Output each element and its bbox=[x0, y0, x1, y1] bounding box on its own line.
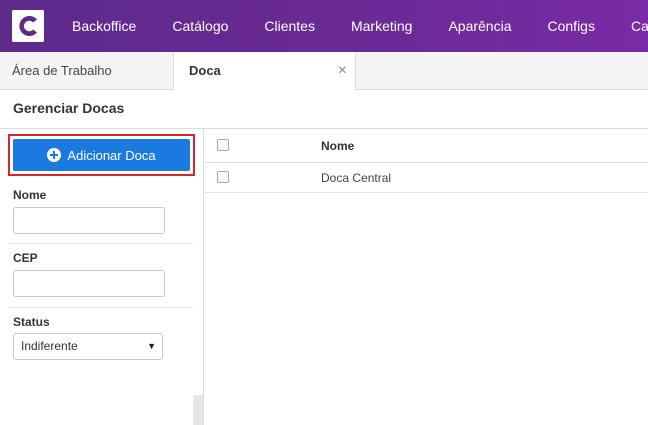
caret-down-icon: ▼ bbox=[147, 341, 156, 351]
status-filter-label: Status bbox=[13, 315, 50, 329]
nav-item-marketing[interactable]: Marketing bbox=[351, 18, 412, 34]
highlight-frame: Adicionar Doca bbox=[8, 134, 195, 176]
tabs-bar: Área de Trabalho Doca × bbox=[0, 52, 648, 91]
select-all-checkbox[interactable] bbox=[217, 139, 229, 151]
nav-item-clientes[interactable]: Clientes bbox=[264, 18, 315, 34]
nav-item-catalogo[interactable]: Catálogo bbox=[172, 18, 228, 34]
nav-item-configs[interactable]: Configs bbox=[548, 18, 595, 34]
top-navigation-bar: Backoffice Catálogo Clientes Marketing A… bbox=[0, 0, 648, 52]
nav-item-aparencia[interactable]: Aparência bbox=[448, 18, 511, 34]
tab-doca[interactable]: Doca × bbox=[174, 52, 356, 91]
cep-filter-input[interactable] bbox=[13, 270, 165, 297]
main-nav: Backoffice Catálogo Clientes Marketing A… bbox=[72, 0, 648, 52]
nav-item-backoffice[interactable]: Backoffice bbox=[72, 18, 136, 34]
status-select[interactable]: Indiferente ▼ bbox=[13, 333, 163, 360]
table-header: Nome bbox=[205, 129, 648, 163]
cep-filter-label: CEP bbox=[13, 251, 38, 265]
column-header-nome[interactable]: Nome bbox=[321, 139, 354, 153]
name-filter-label: Nome bbox=[13, 188, 47, 202]
name-filter-input[interactable] bbox=[13, 207, 165, 234]
tab-area-de-trabalho[interactable]: Área de Trabalho bbox=[0, 52, 174, 90]
page-title: Gerenciar Docas bbox=[13, 100, 125, 116]
nav-item-canais[interactable]: Canais bbox=[631, 18, 648, 34]
row-checkbox[interactable] bbox=[217, 171, 229, 183]
add-doca-label: Adicionar Doca bbox=[67, 147, 156, 163]
table-row[interactable]: Doca Central bbox=[205, 163, 648, 193]
divider bbox=[8, 243, 193, 244]
divider bbox=[8, 307, 193, 308]
add-doca-button[interactable]: Adicionar Doca bbox=[13, 139, 190, 171]
status-selected-value: Indiferente bbox=[21, 339, 78, 353]
plus-circle-icon bbox=[47, 148, 62, 162]
brand-logo-icon[interactable] bbox=[12, 10, 44, 42]
close-icon[interactable]: × bbox=[338, 52, 347, 90]
sidebar-scrollbar[interactable] bbox=[193, 395, 203, 425]
tab-doca-label: Doca bbox=[189, 63, 221, 78]
row-name-cell: Doca Central bbox=[321, 171, 392, 185]
